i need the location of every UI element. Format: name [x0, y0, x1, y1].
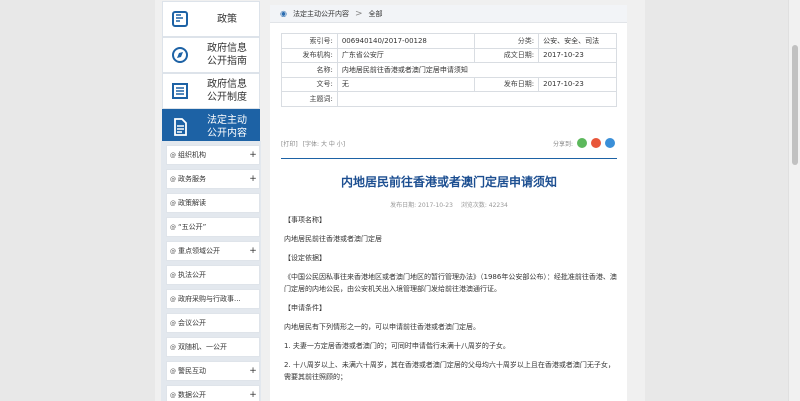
category-value: 公安、安全、司法	[538, 33, 617, 49]
article-title: 内地居民前往香港或者澳门定居申请须知	[340, 175, 557, 189]
sidebar-item-enforcement[interactable]: @ 执法公开	[166, 265, 260, 285]
sidebar-item-interpretation[interactable]: @ 政策解读	[166, 193, 260, 213]
breadcrumb-separator: >	[354, 8, 363, 19]
sidebar-item-label: 政策解读	[178, 199, 206, 207]
expand-icon[interactable]: +	[247, 150, 259, 160]
print-button[interactable]: [打印]	[281, 139, 298, 148]
category-policy[interactable]: 政策	[162, 1, 260, 37]
at-icon: @	[170, 271, 176, 279]
at-icon: @	[170, 319, 176, 327]
view-count: 浏览次数: 42234	[460, 202, 508, 209]
submenu: @ 组织机构 + @ 政务服务 + @ 政策解读 @ “五公开” @ 重点领域公开 + @ 执法公…	[161, 141, 261, 401]
font-size-selector[interactable]: [字体: 大 中 小]	[303, 139, 345, 148]
at-icon: @	[170, 223, 176, 231]
category-label: 政府信息 公开制度	[207, 79, 247, 103]
written-date-label: 成文日期:	[474, 47, 540, 63]
expand-icon[interactable]: +	[247, 366, 259, 376]
list-icon	[163, 74, 197, 108]
metadata-table: 索引号: 006940140/2017-00128 分类: 公安、安全、司法 发…	[281, 33, 618, 107]
category-mandatory-disclosure[interactable]: 法定主动 公开内容	[162, 109, 260, 145]
wechat-icon[interactable]	[577, 138, 587, 148]
category-guide[interactable]: 政府信息 公开指南	[162, 37, 260, 73]
paragraph: 1. 夫妻一方定居香港或者澳门的；可同时申请偕行未满十八周岁的子女。	[284, 342, 510, 350]
expand-icon[interactable]: +	[247, 174, 259, 184]
file-icon	[163, 110, 197, 144]
weibo-icon[interactable]	[591, 138, 601, 148]
sidebar-item-label: 会议公开	[178, 319, 206, 327]
sidebar-item-label: 双随机、一公开	[178, 343, 227, 351]
sidebar-item-label: 政府采购与行政事...	[178, 295, 241, 303]
publish-time: 发布日期: 2017-10-23	[390, 202, 453, 209]
divider	[281, 158, 617, 159]
category-label: 政府信息 公开指南	[207, 43, 247, 67]
keywords-value	[336, 91, 618, 107]
index-no-value: 006940140/2017-00128	[336, 33, 476, 49]
sidebar-item-meetings[interactable]: @ 会议公开	[166, 313, 260, 333]
content-panel: ◉ 法定主动公开内容 > 全部 索引号: 006940140/2017-0012…	[270, 5, 627, 401]
at-icon: @	[170, 391, 176, 399]
breadcrumb-link[interactable]: 法定主动公开内容	[293, 9, 349, 19]
article-body: 【事项名称】 内地居民前往香港或者澳门定居 【设定依据】 《中国公民因私事往来香…	[284, 214, 617, 390]
section-heading: 【设定依据】	[284, 254, 326, 262]
paragraph: 2. 十八周岁以上、未满六十周岁，其在香港或者澳门定居的父母均六十周岁以上且在香…	[284, 361, 615, 381]
at-icon: @	[170, 295, 176, 303]
sidebar-item-random-inspection[interactable]: @ 双随机、一公开	[166, 337, 260, 357]
name-label: 名称:	[281, 62, 338, 78]
sidebar-item-key-areas[interactable]: @ 重点领域公开 +	[166, 241, 260, 261]
at-icon: @	[170, 175, 176, 183]
document-icon	[163, 2, 197, 36]
scrollbar-thumb[interactable]	[792, 45, 798, 165]
compass-icon	[163, 38, 197, 72]
sidebar-item-services[interactable]: @ 政务服务 +	[166, 169, 260, 189]
doc-no-label: 文号:	[281, 76, 338, 92]
sidebar-item-label: “五公开”	[178, 223, 207, 231]
keywords-label: 主题词:	[281, 91, 338, 107]
breadcrumb: ◉ 法定主动公开内容 > 全部	[270, 5, 627, 23]
at-icon: @	[170, 343, 176, 351]
sidebar-item-label: 警民互动	[178, 367, 206, 375]
category-label: 分类:	[474, 33, 540, 49]
paragraph: 内地居民前往香港或者澳门定居	[284, 235, 382, 243]
publisher-value: 广东省公安厅	[336, 47, 476, 63]
index-no-label: 索引号:	[281, 33, 338, 49]
category-label: 法定主动 公开内容	[207, 115, 247, 139]
sidebar-item-label: 重点领域公开	[178, 247, 220, 255]
category-system[interactable]: 政府信息 公开制度	[162, 73, 260, 109]
at-icon: @	[170, 367, 176, 375]
toolbar: [打印] [字体: 大 中 小] 分享到:	[281, 135, 617, 151]
written-date-value: 2017-10-23	[538, 47, 617, 63]
name-value: 内地居民前往香港或者澳门定居申请须知	[336, 62, 618, 78]
paragraph: 《中国公民因私事往来香港地区或者澳门地区的暂行管理办法》（1986年公安部公布）…	[284, 273, 617, 293]
at-icon: @	[170, 151, 176, 159]
sidebar-item-procurement[interactable]: @ 政府采购与行政事...	[166, 289, 260, 309]
sidebar-item-five-disclosures[interactable]: @ “五公开”	[166, 217, 260, 237]
section-heading: 【申请条件】	[284, 304, 326, 312]
location-pin-icon: ◉	[280, 9, 287, 18]
at-icon: @	[170, 247, 176, 255]
breadcrumb-current[interactable]: 全部	[369, 9, 383, 19]
sidebar-item-label: 组织机构	[178, 151, 206, 159]
sidebar-item-label: 政务服务	[178, 175, 206, 183]
publisher-label: 发布机构:	[281, 47, 338, 63]
at-icon: @	[170, 199, 176, 207]
doc-no-value: 无	[336, 76, 476, 92]
sidebar-item-organization[interactable]: @ 组织机构 +	[166, 145, 260, 165]
sidebar-item-data[interactable]: @ 数据公开 +	[166, 385, 260, 401]
category-label: 政策	[217, 13, 237, 25]
expand-icon[interactable]: +	[247, 390, 259, 400]
sidebar-item-label: 执法公开	[178, 271, 206, 279]
share-label: 分享到:	[552, 140, 573, 148]
scrollbar[interactable]	[788, 0, 800, 401]
sidebar-item-label: 数据公开	[178, 391, 206, 399]
paragraph: 内地居民有下列情形之一的，可以申请前往香港或者澳门定居。	[284, 323, 480, 331]
publish-date-label: 发布日期:	[474, 76, 540, 92]
sidebar: 政策 政府信息 公开指南 政府信息 公开制度 法定主动 公开内容 @ 组织机构 + …	[159, 0, 263, 401]
section-heading: 【事项名称】	[284, 216, 326, 224]
publish-date-value: 2017-10-23	[538, 76, 617, 92]
sidebar-item-police-interaction[interactable]: @ 警民互动 +	[166, 361, 260, 381]
qq-icon[interactable]	[605, 138, 615, 148]
expand-icon[interactable]: +	[247, 246, 259, 256]
article-meta: 发布日期: 2017-10-23 浏览次数: 42234	[281, 200, 617, 209]
